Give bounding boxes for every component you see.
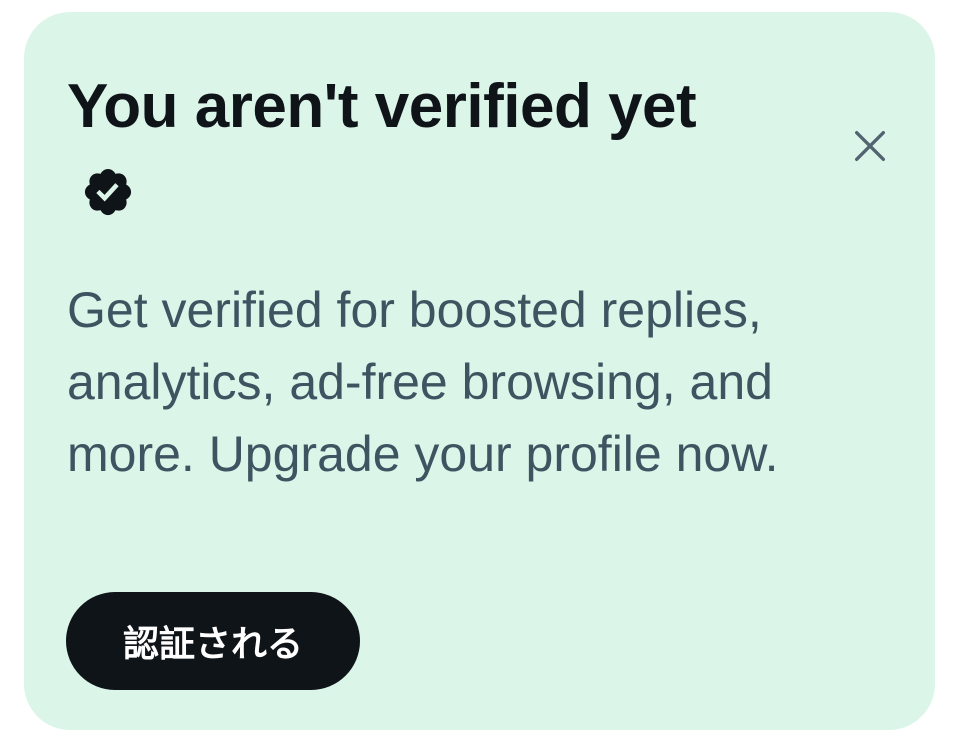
- card-title-text: You aren't verified yet: [67, 72, 697, 141]
- card-title: You aren't verified yet: [67, 64, 727, 236]
- card-description: Get verified for boosted replies, analyt…: [67, 282, 779, 482]
- verified-badge-icon: [81, 156, 135, 216]
- get-verified-button[interactable]: 認証される: [66, 592, 360, 690]
- close-button[interactable]: [846, 122, 894, 170]
- verification-prompt-card: You aren't verified yet Get verified for…: [24, 12, 935, 730]
- close-icon: [855, 131, 885, 161]
